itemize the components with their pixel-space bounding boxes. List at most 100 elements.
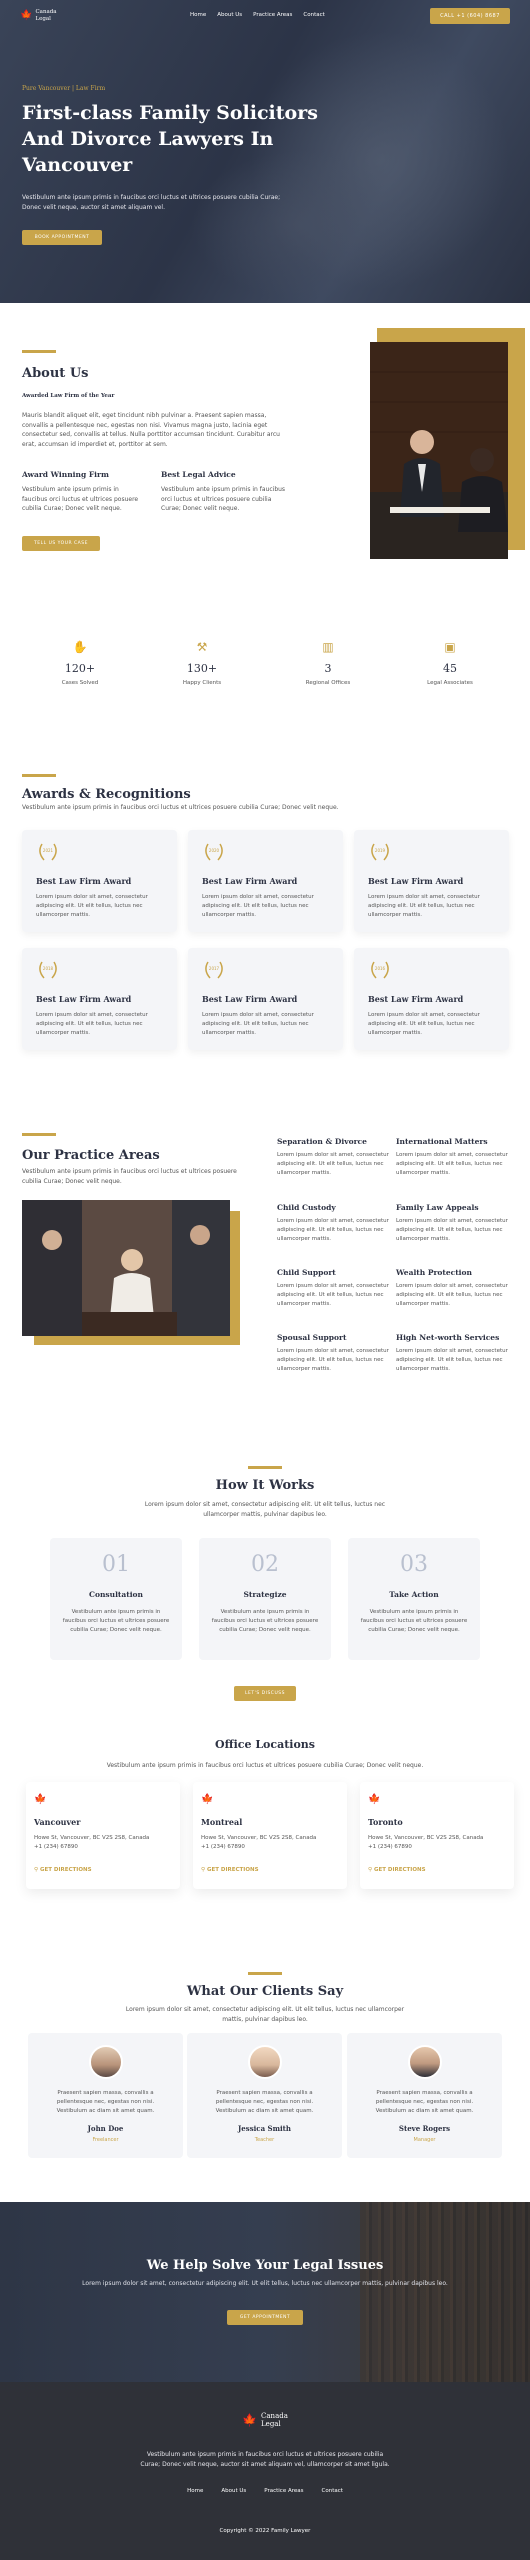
practice-area-text: Lorem ipsum dolor sit amet, consectetur …: [277, 1152, 389, 1176]
nav-home[interactable]: Home: [190, 12, 206, 18]
practice-area[interactable]: High Net-worth Services Lorem ipsum dolo…: [396, 1333, 511, 1374]
award-year: 2018: [42, 966, 54, 971]
tell-us-case-button[interactable]: TELL US YOUR CASE: [22, 536, 100, 551]
logo-line1: Canada: [35, 9, 57, 15]
award-year: 2020: [208, 848, 220, 853]
practice-area-text: Lorem ipsum dolor sit amet, consectetur …: [396, 1218, 508, 1242]
get-directions-label: GET DIRECTIONS: [206, 1867, 259, 1873]
laurel-icon: 2019: [368, 842, 392, 862]
practice-area-text: Lorem ipsum dolor sit amet, consectetur …: [396, 1348, 508, 1372]
practice-accent-bar: [22, 1133, 56, 1136]
testimonial-quote: Praesent sapien massa, convallis a pelle…: [375, 2090, 474, 2114]
testimonial-name: Jessica Smith: [238, 2124, 291, 2133]
maple-leaf-icon: 🍁: [34, 1794, 47, 1805]
office-address: Howe St, Vancouver, BC V2S 2S8, Canada +1…: [34, 1834, 174, 1852]
award-card: 2021 Best Law Firm Award Lorem ipsum dol…: [22, 830, 177, 932]
testimonials-accent-bar: [248, 1972, 282, 1975]
practice-area[interactable]: Child Custody Lorem ipsum dolor sit amet…: [277, 1203, 392, 1244]
about-col1-text: Vestibulum ante ipsum primis in faucibus…: [22, 486, 139, 512]
footer-logo-line2: Legal: [261, 2420, 281, 2428]
award-text: Lorem ipsum dolor sit amet, consectetur …: [36, 1012, 148, 1036]
hero-section: 🍁 Canada Legal Home About Us Practice Are…: [0, 0, 530, 303]
award-text: Lorem ipsum dolor sit amet, consectetur …: [202, 1012, 314, 1036]
award-year: 2017: [208, 966, 220, 971]
maple-leaf-icon: 🍁: [368, 1794, 381, 1805]
call-button[interactable]: CALL +1 (604) 8687: [430, 8, 510, 24]
practice-photo: [22, 1200, 230, 1336]
awards-subtitle: Vestibulum ante ipsum primis in faucibus…: [22, 804, 339, 811]
get-appointment-button[interactable]: GET APPOINTMENT: [227, 2310, 303, 2325]
get-directions-link[interactable]: ⚲ GET DIRECTIONS: [368, 1867, 426, 1873]
office-phone: +1 (234) 67890: [368, 1844, 412, 1850]
hero-title: First-class Family Solicitors And Divorc…: [22, 102, 318, 176]
stat-label: Cases Solved: [61, 680, 99, 686]
get-directions-label: GET DIRECTIONS: [373, 1867, 426, 1873]
footer-logo[interactable]: 🍁 Canada Legal: [0, 2412, 530, 2428]
briefcase-icon: ▣: [444, 640, 456, 654]
get-directions-link[interactable]: ⚲ GET DIRECTIONS: [34, 1867, 92, 1873]
office-address: Howe St, Vancouver, BC V2S 2S8, Canada +1…: [201, 1834, 341, 1852]
practice-area[interactable]: Separation & Divorce Lorem ipsum dolor s…: [277, 1137, 392, 1178]
award-text: Lorem ipsum dolor sit amet, consectetur …: [202, 894, 314, 918]
award-year: 2019: [374, 848, 386, 853]
lets-discuss-button[interactable]: LET'S DISCUSS: [234, 1686, 296, 1701]
practice-area[interactable]: Wealth Protection Lorem ipsum dolor sit …: [396, 1268, 511, 1309]
footer-links: Home About Us Practice Areas Contact: [0, 2488, 530, 2494]
practice-area[interactable]: International Matters Lorem ipsum dolor …: [396, 1137, 511, 1178]
testimonial-card: Praesent sapien massa, convallis a pelle…: [28, 2033, 183, 2158]
practice-area-title: High Net-worth Services: [396, 1333, 500, 1342]
footer: 🍁 Canada Legal Vestibulum ante ipsum prim…: [0, 2382, 530, 2560]
footer-text: Vestibulum ante ipsum primis in faucibus…: [140, 2451, 390, 2468]
footer-link-home[interactable]: Home: [187, 2488, 203, 2494]
top-nav: 🍁 Canada Legal Home About Us Practice Are…: [20, 8, 510, 26]
about-paragraph: Mauris blandit aliquet elit, eget tincid…: [22, 412, 280, 448]
footer-link-practice-areas[interactable]: Practice Areas: [264, 2488, 303, 2494]
step-card: 02 Strategize Vestibulum ante ipsum prim…: [199, 1538, 331, 1660]
avatar: [247, 2045, 282, 2079]
testimonial-card: Praesent sapien massa, convallis a pelle…: [187, 2033, 342, 2158]
cta-title: We Help Solve Your Legal Issues: [146, 2258, 384, 2273]
main-menu: Home About Us Practice Areas Contact: [190, 12, 325, 18]
office-city: Vancouver: [34, 1817, 81, 1827]
laurel-icon: 2021: [36, 842, 60, 862]
practice-area-text: Lorem ipsum dolor sit amet, consectetur …: [277, 1348, 389, 1372]
get-directions-link[interactable]: ⚲ GET DIRECTIONS: [201, 1867, 259, 1873]
how-accent-bar: [248, 1466, 282, 1469]
about-col1-title: Award Winning Firm: [22, 470, 109, 479]
offices-title: Office Locations: [215, 1738, 315, 1751]
footer-link-about[interactable]: About Us: [221, 2488, 246, 2494]
step-title: Strategize: [243, 1590, 287, 1599]
step-text: Vestibulum ante ipsum primis in faucibus…: [211, 1609, 319, 1633]
footer-logo-line1: Canada: [261, 2412, 288, 2420]
step-text: Vestibulum ante ipsum primis in faucibus…: [360, 1609, 468, 1633]
award-title: Best Law Firm Award: [202, 994, 298, 1004]
practice-area[interactable]: Child Support Lorem ipsum dolor sit amet…: [277, 1268, 392, 1309]
step-number: 03: [400, 1552, 428, 1577]
logo[interactable]: 🍁 Canada Legal: [20, 9, 57, 22]
award-card: 2016 Best Law Firm Award Lorem ipsum dol…: [354, 948, 509, 1050]
avatar: [407, 2045, 442, 2079]
hero-subtitle: Vestibulum ante ipsum primis in faucibus…: [22, 194, 281, 211]
footer-link-contact[interactable]: Contact: [322, 2488, 343, 2494]
book-appointment-button[interactable]: BOOK APPOINTMENT: [22, 230, 102, 245]
award-card: 2017 Best Law Firm Award Lorem ipsum dol…: [188, 948, 343, 1050]
stat-regional-offices: ▥ 3 Regional Offices: [283, 640, 373, 686]
practice-title: Our Practice Areas: [22, 1148, 160, 1163]
award-year: 2021: [42, 848, 54, 853]
office-street: Howe St, Vancouver, BC V2S 2S8, Canada: [34, 1835, 150, 1841]
practice-area[interactable]: Spousal Support Lorem ipsum dolor sit am…: [277, 1333, 392, 1374]
about-accent-bar: [22, 350, 56, 353]
testimonials-subtitle: Lorem ipsum dolor sit amet, consectetur …: [125, 2006, 405, 2023]
nav-practice-areas[interactable]: Practice Areas: [253, 12, 292, 18]
nav-about[interactable]: About Us: [217, 12, 242, 18]
awards-title: Awards & Recognitions: [22, 787, 191, 802]
nav-contact[interactable]: Contact: [303, 12, 324, 18]
practice-area[interactable]: Family Law Appeals Lorem ipsum dolor sit…: [396, 1203, 511, 1244]
about-column-advice: Best Legal Advice Vestibulum ante ipsum …: [161, 470, 291, 514]
practice-area-title: Child Support: [277, 1268, 336, 1277]
award-title: Best Law Firm Award: [36, 994, 132, 1004]
practice-area-text: Lorem ipsum dolor sit amet, consectetur …: [277, 1283, 389, 1307]
avatar: [88, 2045, 123, 2079]
award-card: 2019 Best Law Firm Award Lorem ipsum dol…: [354, 830, 509, 932]
practice-area-title: Separation & Divorce: [277, 1137, 367, 1146]
